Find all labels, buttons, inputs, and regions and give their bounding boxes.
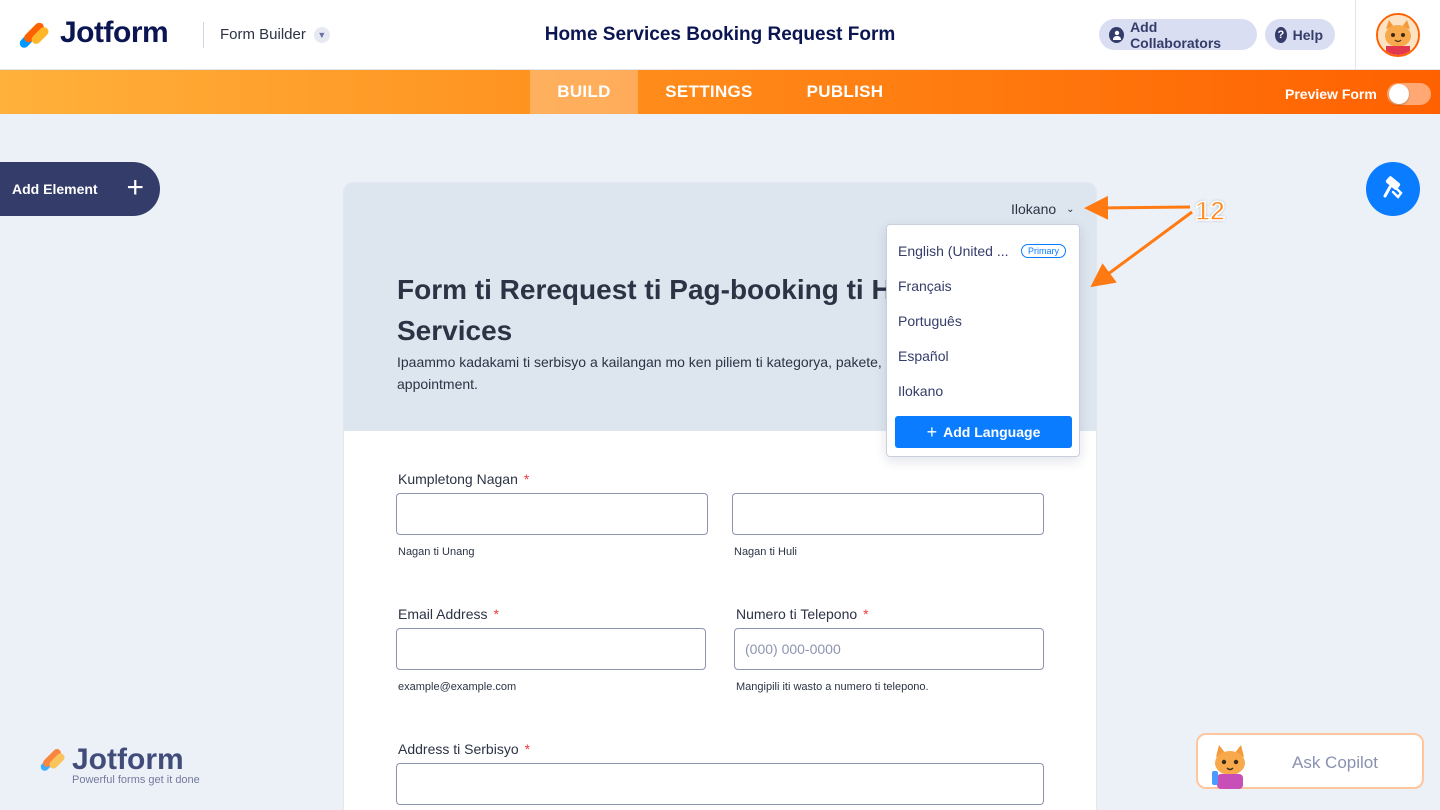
help-label: Help (1292, 26, 1323, 43)
jotform-logo-icon (38, 744, 68, 776)
address-label: Address ti Serbisyo * (398, 741, 530, 757)
add-collaborators-button[interactable]: Add Collaborators (1099, 18, 1257, 51)
help-button[interactable]: ? Help (1265, 19, 1335, 50)
watermark-word: Jotform (72, 743, 184, 776)
add-language-label: Add Language (943, 424, 1041, 440)
phone-sublabel: Mangipili iti wasto a numero ti telepono… (736, 681, 929, 693)
label-text: Kumpletong Nagan (398, 471, 518, 487)
form-builder-label: Form Builder (220, 26, 306, 43)
first-name-sublabel: Nagan ti Unang (398, 546, 475, 558)
tab-settings[interactable]: SETTINGS (638, 70, 780, 114)
email-sublabel: example@example.com (398, 681, 517, 693)
jotform-logo[interactable]: Jotform (17, 16, 169, 50)
jotform-logo-icon (17, 17, 51, 50)
logo-text: Jotform (60, 16, 169, 49)
form-description-line: Ipaammo kadakami ti serbisyo a kailangan… (397, 354, 882, 370)
required-asterisk: * (863, 606, 869, 622)
label-text: Email Address (398, 606, 488, 622)
top-bar: Jotform Form Builder ▼ Home Services Boo… (0, 0, 1440, 70)
label-text: Address ti Serbisyo (398, 741, 519, 757)
avatar[interactable] (1376, 13, 1420, 57)
form-description[interactable]: Ipaammo kadakami ti serbisyo a kailangan… (397, 351, 897, 395)
add-element-label: Add Element (12, 181, 98, 197)
add-collaborators-label: Add Collaborators (1130, 18, 1222, 51)
phone-placeholder: (000) 000-0000 (745, 641, 841, 657)
ask-copilot-button[interactable]: Ask Copilot (1196, 733, 1424, 789)
primary-badge: Primary (1021, 244, 1066, 258)
language-label: English (United ... (898, 243, 1009, 259)
form-title[interactable]: Home Services Booking Request Form (545, 24, 896, 45)
email-field[interactable] (396, 628, 706, 670)
jotform-watermark: Jotform Powerful forms get it done (38, 743, 200, 786)
language-option-french[interactable]: Français (898, 278, 952, 294)
language-dropdown: English (United ... Primary Français Por… (886, 224, 1080, 457)
paint-roller-icon (1383, 176, 1403, 199)
required-asterisk: * (524, 741, 531, 757)
required-asterisk: * (523, 471, 530, 487)
plus-icon: + (126, 171, 144, 204)
watermark-tagline: Powerful forms get it done (72, 774, 200, 786)
address-field[interactable] (396, 763, 1044, 805)
form-description-line: appointment. (397, 376, 478, 392)
divider (203, 22, 204, 48)
form-heading-line: Services (397, 315, 513, 346)
phone-label: Numero ti Telepono * (736, 606, 869, 622)
email-label: Email Address * (398, 606, 499, 622)
phone-field[interactable]: (000) 000-0000 (734, 628, 1044, 670)
add-language-button[interactable]: + Add Language (895, 416, 1072, 448)
language-selector[interactable]: Ilokano ⌄ (1011, 201, 1075, 217)
language-option-spanish[interactable]: Español (898, 348, 949, 364)
builder-nav: BUILD SETTINGS PUBLISH Preview Form (0, 70, 1440, 114)
question-icon: ? (1275, 26, 1287, 43)
language-option-ilokano[interactable]: Ilokano (898, 383, 943, 399)
form-designer-button[interactable] (1366, 162, 1420, 216)
last-name-input[interactable] (732, 493, 1044, 535)
form-builder-menu[interactable]: Form Builder ▼ (220, 26, 330, 43)
tab-build[interactable]: BUILD (530, 70, 638, 114)
preview-form-control: Preview Form (1285, 83, 1431, 105)
copilot-cat-icon (1212, 745, 1245, 789)
user-icon (1109, 26, 1125, 43)
chevron-down-icon: ▼ (313, 26, 330, 43)
preview-form-label: Preview Form (1285, 86, 1377, 102)
first-name-input[interactable] (396, 493, 708, 535)
language-option-english[interactable]: English (United ... Primary (898, 243, 1070, 259)
ask-copilot-label: Ask Copilot (1292, 753, 1378, 772)
required-asterisk: * (493, 606, 499, 622)
annotation-number: 12 (1194, 195, 1226, 227)
toggle-knob (1388, 84, 1409, 104)
chevron-down-icon: ⌄ (1066, 203, 1075, 215)
preview-form-toggle[interactable] (1386, 83, 1431, 105)
last-name-sublabel: Nagan ti Huli (734, 546, 797, 558)
language-option-portuguese[interactable]: Português (898, 313, 962, 329)
full-name-label: Kumpletong Nagan * (398, 471, 529, 487)
divider (1355, 0, 1356, 70)
add-element-button[interactable]: Add Element + (0, 162, 160, 216)
tab-publish[interactable]: PUBLISH (780, 70, 910, 114)
form-heading[interactable]: Form ti Rerequest ti Pag-booking ti H Se… (397, 269, 937, 351)
current-language: Ilokano (1011, 201, 1057, 217)
label-text: Numero ti Telepono (736, 606, 858, 622)
plus-icon: + (926, 421, 938, 442)
form-heading-line: Form ti Rerequest ti Pag-booking ti H (397, 274, 892, 305)
